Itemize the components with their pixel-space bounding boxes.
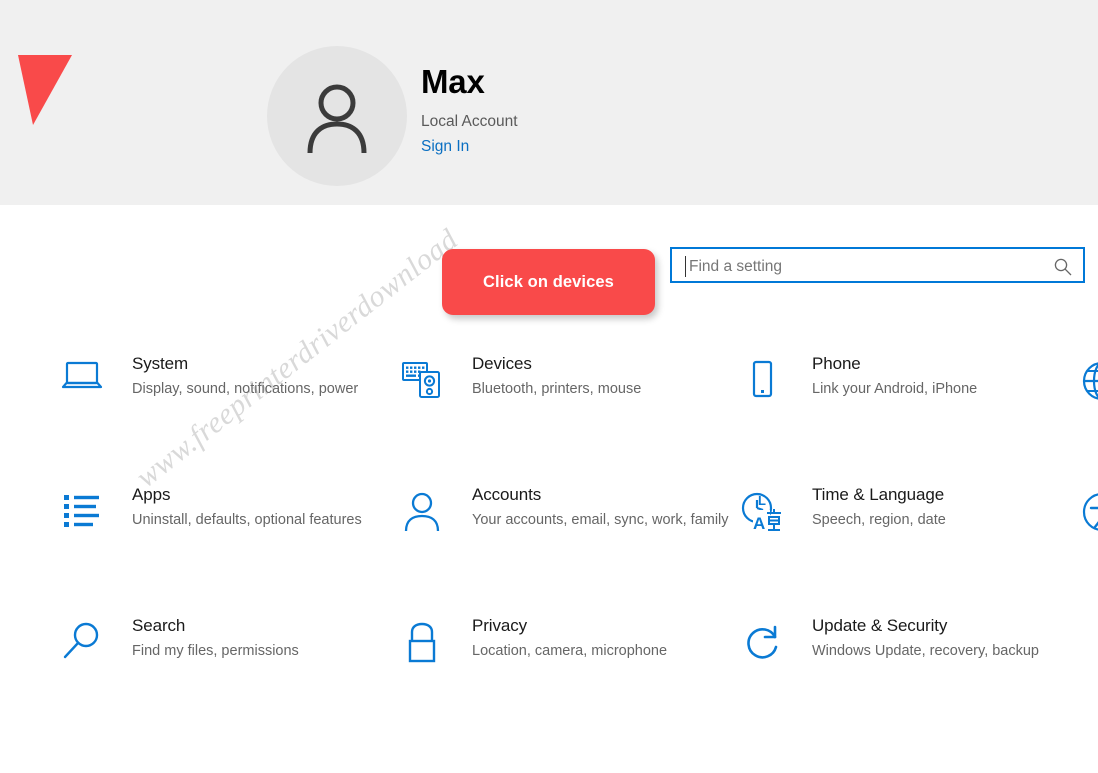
account-info: Max Local Account Sign In: [421, 62, 518, 158]
tile-title: Accounts: [472, 485, 542, 504]
tile-title: System: [132, 354, 189, 373]
search-magnifier-icon: [60, 622, 104, 666]
tile-text: Update & Security Windows Update, recove…: [812, 614, 1082, 662]
sign-in-link[interactable]: Sign In: [421, 136, 469, 158]
ease-of-access-icon: [1080, 491, 1098, 535]
tile-desc: Find my files, permissions: [132, 643, 299, 659]
tile-privacy[interactable]: Privacy Location, camera, microphone: [400, 614, 740, 724]
tile-accounts[interactable]: Accounts Your accounts, email, sync, wor…: [400, 483, 740, 593]
tile-desc: Your accounts, email, sync, work, family: [472, 512, 729, 528]
tile-search[interactable]: Search Find my files, permissions: [60, 614, 400, 724]
tile-title: Search: [132, 616, 186, 635]
tile-title: Phone: [812, 354, 861, 373]
tile-network-internet[interactable]: Network & Internet Wi-Fi, airplane mode,…: [1080, 352, 1098, 462]
phone-icon: [740, 360, 784, 404]
search-icon[interactable]: [1053, 257, 1073, 282]
tile-ease-of-access[interactable]: Ease of Access Narrator, magnifier, high…: [1080, 483, 1098, 593]
callout-text: Click on devices: [483, 272, 614, 291]
tile-text: Time & Language Speech, region, date: [812, 483, 1082, 531]
account-type: Local Account: [421, 113, 518, 130]
tile-title: Apps: [132, 485, 171, 504]
tile-text: Phone Link your Android, iPhone: [812, 352, 1082, 400]
tile-row: Search Find my files, permissions Privac…: [0, 614, 1098, 745]
tile-title: Time & Language: [812, 485, 945, 504]
tile-text: Apps Uninstall, defaults, optional featu…: [132, 483, 402, 531]
tile-phone[interactable]: Phone Link your Android, iPhone: [740, 352, 1080, 462]
tile-desc: Windows Update, recovery, backup: [812, 643, 1040, 659]
callout-click-on-devices: Click on devices: [442, 249, 655, 315]
tile-text: Devices Bluetooth, printers, mouse: [472, 352, 742, 400]
tile-desc: Uninstall, defaults, optional features: [132, 512, 362, 528]
laptop-icon: [60, 360, 104, 404]
tile-devices[interactable]: Devices Bluetooth, printers, mouse: [400, 352, 740, 462]
tile-desc: Bluetooth, printers, mouse: [472, 381, 642, 397]
lock-icon: [400, 622, 444, 666]
devices-icon: [400, 360, 444, 404]
apps-list-icon: [60, 491, 104, 535]
tile-desc: Speech, region, date: [812, 512, 946, 528]
search-placeholder: Find a setting: [689, 258, 783, 275]
text-caret: [685, 256, 686, 277]
tile-title: Update & Security: [812, 616, 948, 635]
tile-desc: Display, sound, notifications, power: [132, 381, 359, 397]
account-header: Max Local Account Sign In: [0, 0, 1098, 205]
tile-text: Privacy Location, camera, microphone: [472, 614, 742, 662]
tile-desc: Location, camera, microphone: [472, 643, 668, 659]
tile-row: System Display, sound, notifications, po…: [0, 352, 1098, 483]
callout-tail: [0, 55, 130, 130]
person-avatar-icon: [295, 74, 379, 158]
tile-time-language[interactable]: L A Time & Language Speech, region, date: [740, 483, 1080, 593]
account-name: Max: [421, 63, 485, 100]
tile-text: Accounts Your accounts, email, sync, wor…: [472, 483, 742, 531]
tile-system[interactable]: System Display, sound, notifications, po…: [60, 352, 400, 462]
update-refresh-icon: [740, 622, 784, 666]
tile-title: Devices: [472, 354, 532, 373]
tile-row: Apps Uninstall, defaults, optional featu…: [0, 483, 1098, 614]
tile-desc: Link your Android, iPhone: [812, 381, 978, 397]
tile-title: Privacy: [472, 616, 528, 635]
tile-text: Search Find my files, permissions: [132, 614, 402, 662]
svg-text:A: A: [753, 514, 765, 533]
search-input[interactable]: Find a setting: [670, 247, 1085, 283]
tile-text: System Display, sound, notifications, po…: [132, 352, 402, 400]
tile-apps[interactable]: Apps Uninstall, defaults, optional featu…: [60, 483, 400, 593]
globe-icon: [1080, 360, 1098, 404]
person-icon: [400, 491, 444, 535]
tile-update-security[interactable]: Update & Security Windows Update, recove…: [740, 614, 1080, 724]
svg-text:L: L: [758, 493, 766, 508]
time-language-icon: L A: [740, 491, 784, 535]
avatar[interactable]: [267, 46, 407, 186]
settings-tiles-grid: System Display, sound, notifications, po…: [0, 352, 1098, 745]
